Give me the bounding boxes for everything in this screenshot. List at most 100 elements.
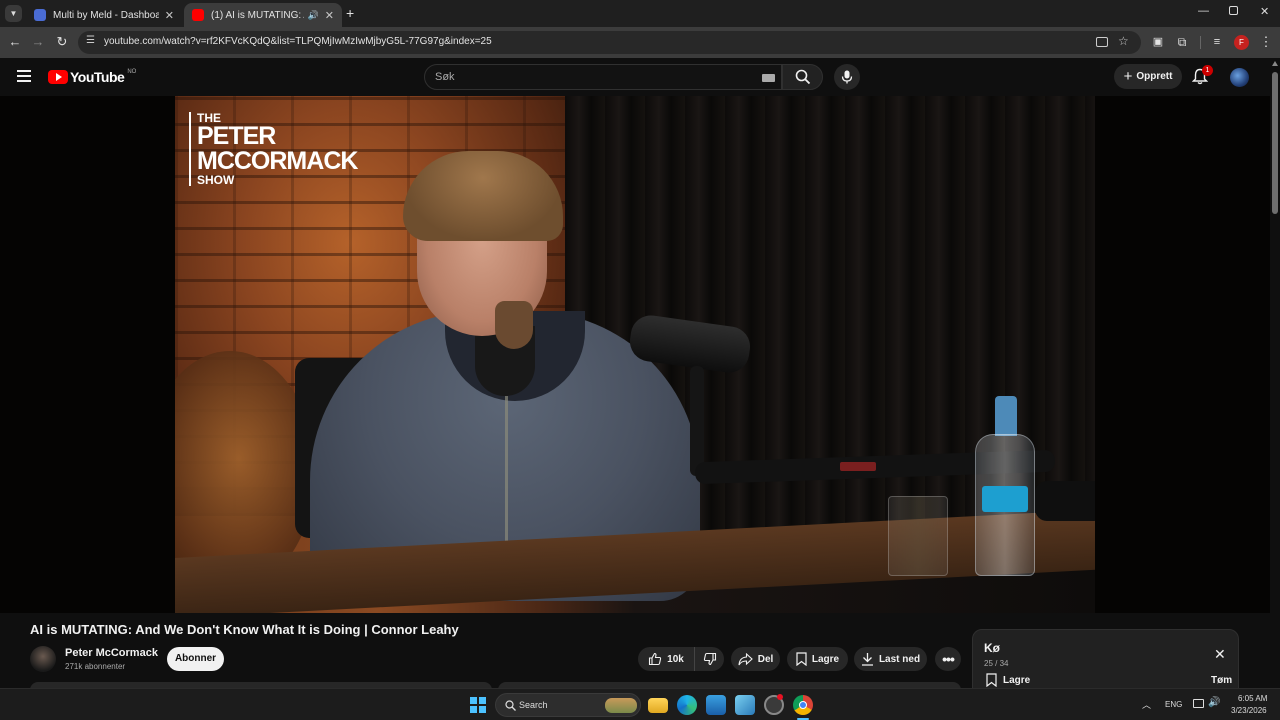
queue-position: 25 / 34 [984, 659, 1009, 668]
new-tab-button[interactable]: + [346, 5, 354, 21]
site-info-icon[interactable]: ☰ [86, 35, 95, 46]
chrome-browser-icon[interactable] [793, 695, 813, 715]
chevron-down-icon: ▼ [9, 9, 18, 18]
close-icon: ✕ [1214, 646, 1226, 662]
close-queue-button[interactable]: ✕ [1214, 646, 1226, 663]
meld-favicon-icon [34, 9, 46, 21]
desktop-app-icon[interactable] [706, 695, 726, 715]
queue-save-label: Lagre [1003, 674, 1031, 686]
browser-tab-meld[interactable]: Multi by Meld - Dashboard. ✕ [26, 3, 182, 27]
clock-time[interactable]: 6:05 AM [1238, 694, 1267, 703]
file-explorer-icon[interactable] [648, 698, 668, 713]
channel-avatar[interactable] [30, 646, 56, 672]
youtube-favicon-icon [192, 9, 204, 21]
tab-search-dropdown-button[interactable]: ▼ [5, 5, 22, 22]
queue-clear-button[interactable]: Tøm [1211, 675, 1232, 686]
share-arrow-icon [738, 652, 753, 665]
bookmark-icon [986, 673, 997, 687]
show-logo: THE PETER MCCORMACK SHOW [189, 112, 358, 186]
back-arrow-icon[interactable]: ← [7, 34, 23, 50]
close-tab-icon[interactable]: ✕ [165, 9, 174, 22]
browser-tab-youtube[interactable]: (1) AI is MUTATING: And We 🔊 ✕ [184, 3, 342, 27]
youtube-play-logo-icon [48, 70, 68, 84]
thumbs-down-icon [703, 652, 716, 666]
extensions-puzzle-icon[interactable]: ⧉ [1174, 34, 1190, 50]
reload-icon[interactable]: ↻ [54, 34, 70, 50]
subscribe-label: Abonner [174, 653, 217, 664]
download-label: Last ned [878, 653, 921, 665]
close-window-button[interactable]: ✕ [1260, 5, 1269, 18]
plus-icon: + [1123, 68, 1133, 85]
profile-avatar[interactable]: F [1234, 35, 1249, 50]
download-button[interactable]: Last ned [854, 647, 927, 671]
queue-title: Kø [984, 641, 1000, 655]
search-placeholder: Søk [435, 71, 455, 83]
volume-icon[interactable]: 🔊 [1208, 697, 1220, 708]
search-icon [795, 69, 811, 85]
scrollbar-thumb[interactable] [1272, 72, 1278, 214]
notification-dot [777, 694, 783, 700]
mic-clamp [1035, 481, 1095, 521]
page-scrollbar[interactable] [1270, 58, 1280, 688]
url-text[interactable]: youtube.com/watch?v=rf2KFVcKQdQ&list=TLP… [104, 36, 492, 47]
media-queue-icon[interactable]: ≡ [1209, 34, 1225, 50]
share-label: Del [757, 653, 774, 665]
dislike-button[interactable] [694, 647, 724, 671]
video-player[interactable]: THE PETER MCCORMACK SHOW [0, 96, 1270, 613]
forward-arrow-icon[interactable]: → [30, 34, 46, 50]
address-bar[interactable]: ☰ youtube.com/watch?v=rf2KFVcKQdQ&list=T… [78, 31, 1141, 54]
bookmark-star-icon[interactable]: ☆ [1118, 34, 1129, 48]
tab-title: (1) AI is MUTATING: And We [211, 9, 304, 21]
youtube-header: YouTube NO Søk + Opprett 1 [0, 58, 1280, 96]
scroll-up-arrow-icon[interactable] [1272, 61, 1278, 66]
snipping-tool-icon[interactable] [735, 695, 755, 715]
extension-app-icon[interactable]: ▣ [1150, 34, 1166, 50]
account-avatar[interactable] [1230, 68, 1249, 87]
like-button[interactable]: 10k [638, 647, 694, 671]
search-input[interactable]: Søk [424, 64, 782, 90]
browser-tab-strip: ▼ Multi by Meld - Dashboard. ✕ (1) AI is… [0, 0, 1280, 27]
search-highlight-image [605, 698, 637, 713]
taskbar-search-label: Search [519, 700, 548, 710]
video-frame[interactable]: THE PETER MCCORMACK SHOW [175, 96, 1095, 613]
queue-save-button[interactable]: Lagre [986, 673, 1030, 687]
edge-browser-icon[interactable] [677, 695, 697, 715]
subscribe-button[interactable]: Abonner [167, 647, 224, 671]
mic-arm-label [840, 462, 876, 471]
share-button[interactable]: Del [731, 647, 780, 671]
mic-boom-arm [690, 366, 704, 476]
tab-title: Multi by Meld - Dashboard. [53, 9, 159, 21]
bookmark-icon [796, 652, 807, 666]
taskbar-search-box[interactable]: Search [495, 693, 641, 717]
water-bottle [995, 396, 1017, 436]
tray-overflow-chevron-icon[interactable]: ︿ [1142, 698, 1151, 711]
windows-start-icon[interactable] [470, 697, 486, 713]
keyboard-icon[interactable] [762, 74, 775, 82]
minimize-window-button[interactable]: — [1198, 5, 1209, 17]
more-actions-button[interactable]: ••• [935, 647, 961, 671]
toolbar-divider [1200, 36, 1201, 49]
notifications-button[interactable]: 1 [1191, 65, 1213, 86]
person-beard [495, 301, 533, 349]
search-button[interactable] [782, 64, 823, 90]
audio-playing-icon[interactable]: 🔊 [308, 10, 319, 21]
search-icon [505, 700, 516, 711]
close-tab-icon[interactable]: ✕ [325, 9, 334, 22]
show-logo-line: MCCORMACK [197, 147, 358, 175]
youtube-logo[interactable]: YouTube NO [48, 69, 136, 85]
download-icon [861, 653, 873, 666]
subscriber-count: 271k abonnenter [65, 662, 126, 671]
save-button[interactable]: Lagre [787, 647, 848, 671]
channel-name[interactable]: Peter McCormack [65, 647, 158, 659]
show-logo-line: PETER [197, 122, 276, 150]
hamburger-menu-icon[interactable] [17, 70, 31, 82]
restore-window-button[interactable] [1229, 6, 1238, 15]
voice-search-button[interactable] [834, 64, 860, 90]
clock-date[interactable]: 3/23/2026 [1231, 706, 1267, 715]
network-monitor-icon[interactable] [1193, 699, 1204, 708]
create-button[interactable]: + Opprett [1114, 64, 1182, 89]
install-app-icon[interactable] [1096, 37, 1108, 47]
thumbs-up-icon [649, 652, 662, 666]
input-language[interactable]: ENG [1165, 700, 1182, 709]
more-menu-icon[interactable]: ⋮ [1258, 34, 1274, 50]
